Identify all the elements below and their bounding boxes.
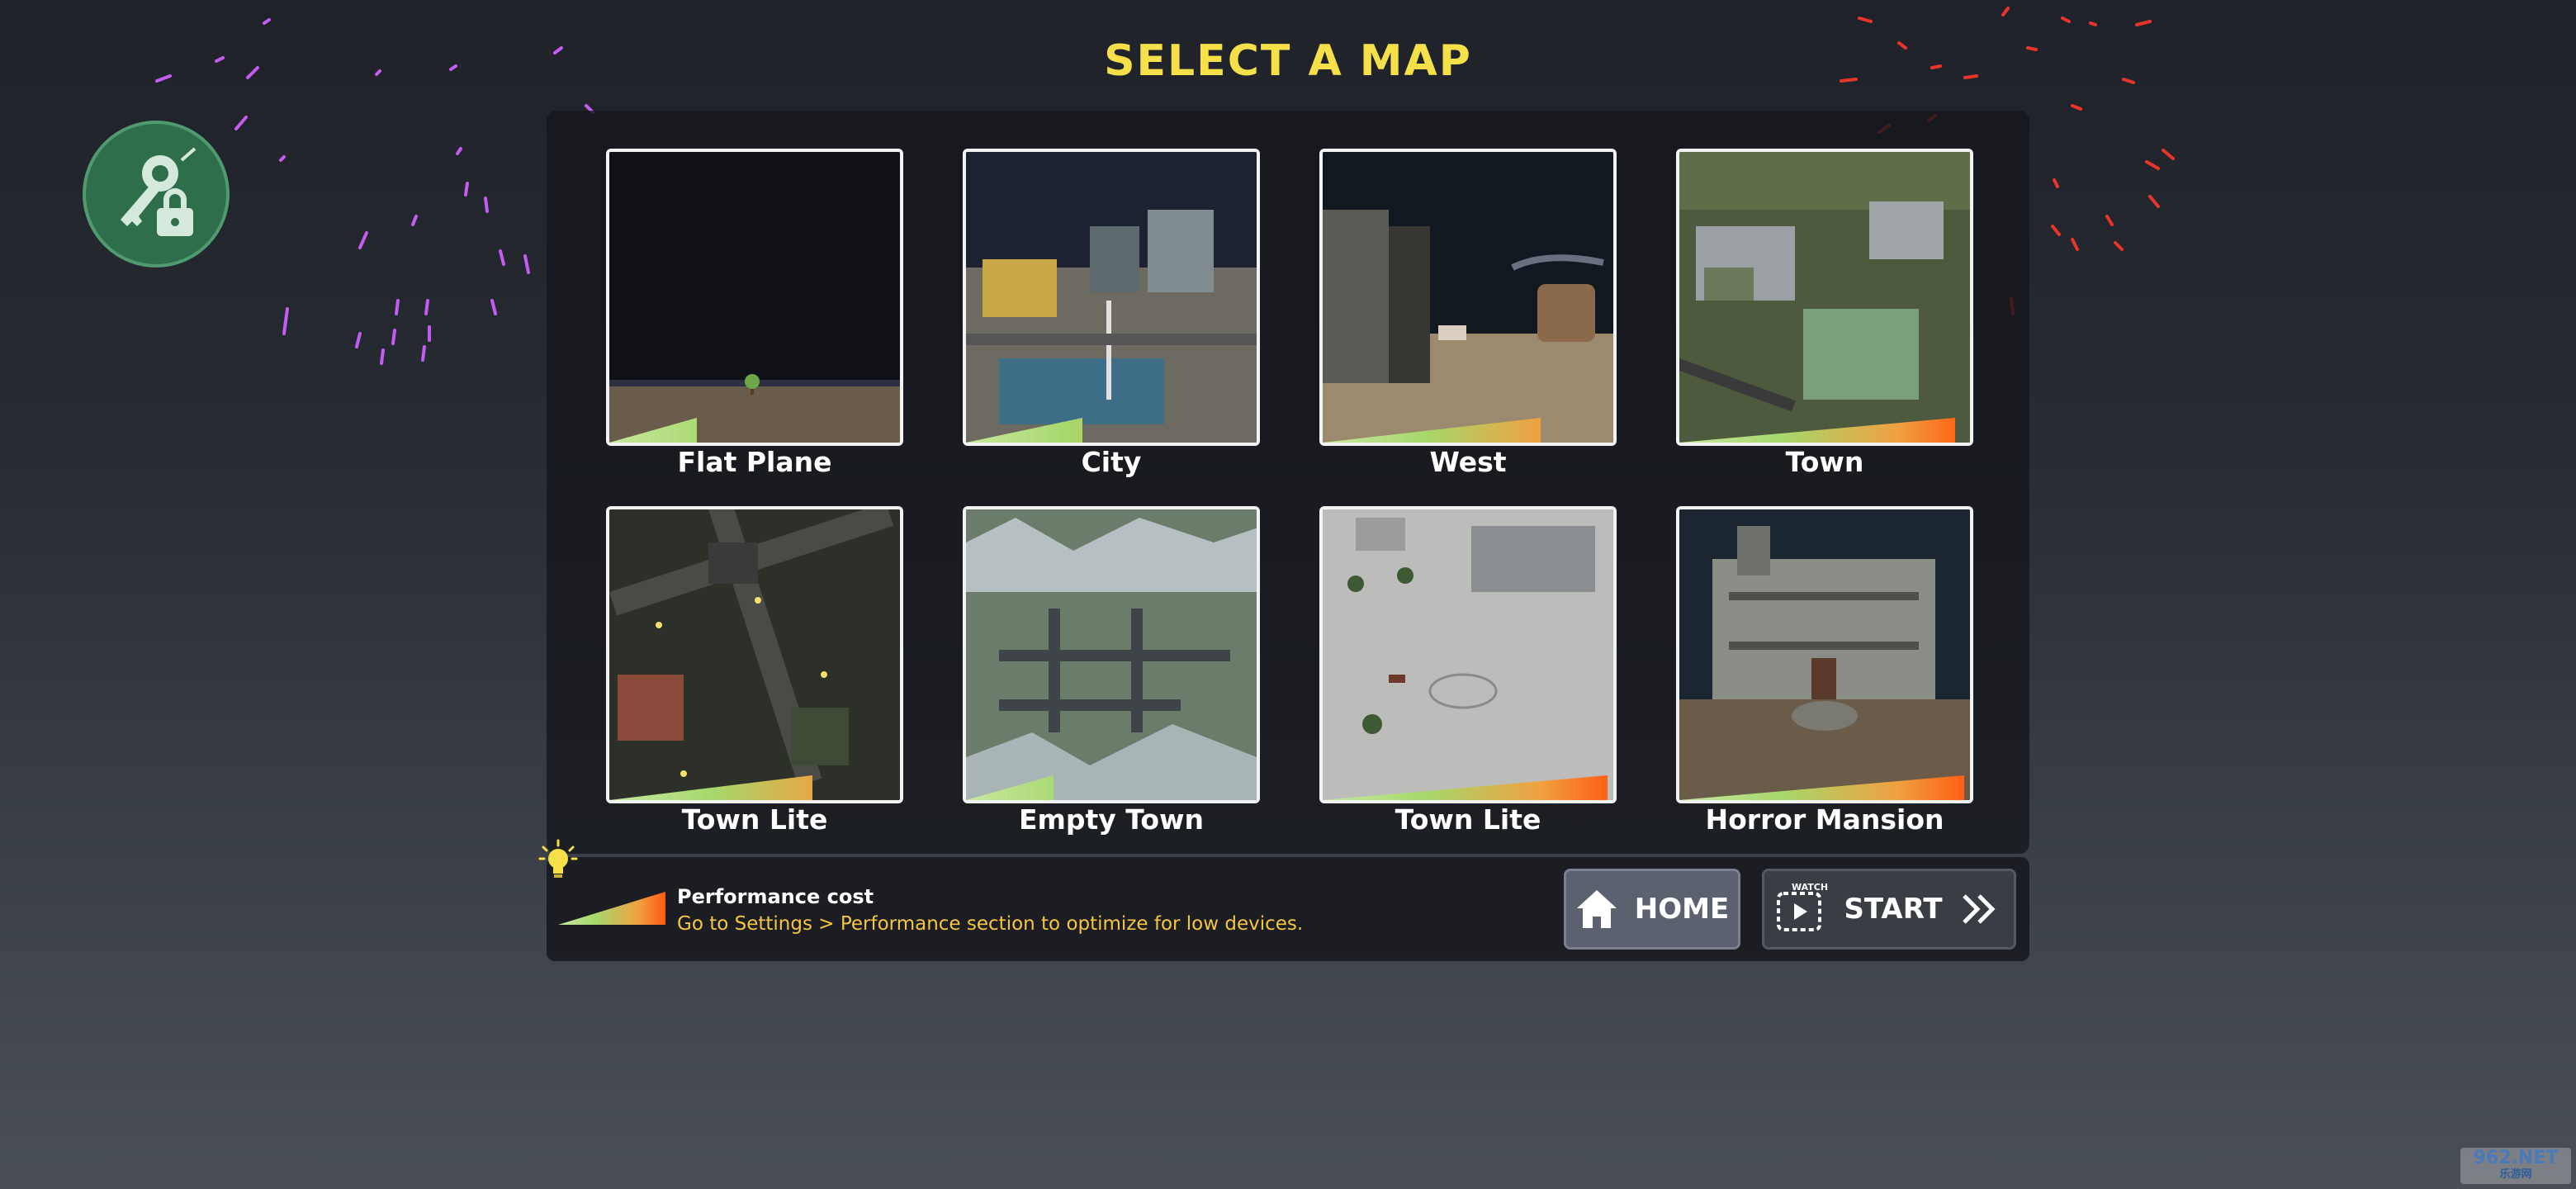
performance-bar-fill [1323, 418, 1541, 443]
map-card-label: Horror Mansion [1705, 803, 1944, 836]
page-title: SELECT A MAP [1104, 36, 1472, 86]
map-thumbnail [1679, 509, 1970, 800]
map-card-label: Town Lite [1395, 803, 1541, 836]
map-card-horror-mansion[interactable] [1676, 506, 1973, 803]
performance-bar [1679, 775, 1970, 800]
performance-bar-fill [609, 775, 812, 800]
lightbulb-icon [538, 839, 578, 878]
map-thumbnail [1679, 152, 1970, 443]
performance-bar-fill [966, 775, 1054, 800]
home-button-label: HOME [1634, 893, 1730, 926]
map-thumbnail [1323, 152, 1613, 443]
performance-cost-title: Performance cost [677, 885, 874, 908]
watch-label: WATCH [1792, 882, 1829, 893]
performance-bar-fill [609, 418, 697, 443]
start-button[interactable]: START [1762, 869, 2016, 950]
map-thumbnail [609, 152, 900, 443]
start-button-label: START [1844, 893, 1943, 926]
map-card-label: City [1081, 446, 1142, 478]
performance-bar [609, 418, 900, 443]
map-card-label: Town [1785, 446, 1864, 478]
performance-bar [966, 418, 1257, 443]
map-card-flat-plane[interactable] [606, 149, 903, 446]
watermark-logo-text: 962.NET [2473, 1148, 2559, 1168]
performance-bar [966, 775, 1257, 800]
map-card-label: Empty Town [1018, 803, 1205, 836]
map-card-label: Flat Plane [677, 446, 832, 478]
map-card-town-lite-snow[interactable] [1319, 506, 1617, 803]
watermark-sub-text: 乐游网 [2499, 1168, 2532, 1181]
home-icon [1576, 890, 1617, 928]
map-card-label: Town Lite [681, 803, 828, 836]
performance-bar [1323, 775, 1613, 800]
map-card-town-lite-night[interactable] [606, 506, 903, 803]
map-card-empty-town[interactable] [963, 506, 1260, 803]
watermark: 962.NET 乐游网 [2460, 1148, 2571, 1184]
double-chevron-right-icon [1962, 894, 1996, 924]
map-thumbnail [966, 152, 1257, 443]
home-button[interactable]: HOME [1564, 869, 1740, 950]
performance-bar [609, 775, 900, 800]
unlock-maps-button[interactable] [83, 121, 230, 268]
map-card-city[interactable] [963, 149, 1260, 446]
performance-bar [1679, 418, 1970, 443]
performance-bar-fill [966, 418, 1082, 443]
map-card-town[interactable] [1676, 149, 1973, 446]
performance-bar-fill [1679, 418, 1955, 443]
key-lock-icon [121, 147, 197, 236]
map-thumbnail [966, 509, 1257, 800]
performance-bar-fill [1679, 775, 1964, 800]
map-thumbnail [1323, 509, 1613, 800]
map-card-label: West [1429, 446, 1507, 478]
map-thumbnail [609, 509, 900, 800]
performance-bar-fill [1323, 775, 1608, 800]
performance-bar [1323, 418, 1613, 443]
performance-hint-text: Go to Settings > Performance section to … [677, 913, 1304, 935]
map-card-west[interactable] [1319, 149, 1617, 446]
